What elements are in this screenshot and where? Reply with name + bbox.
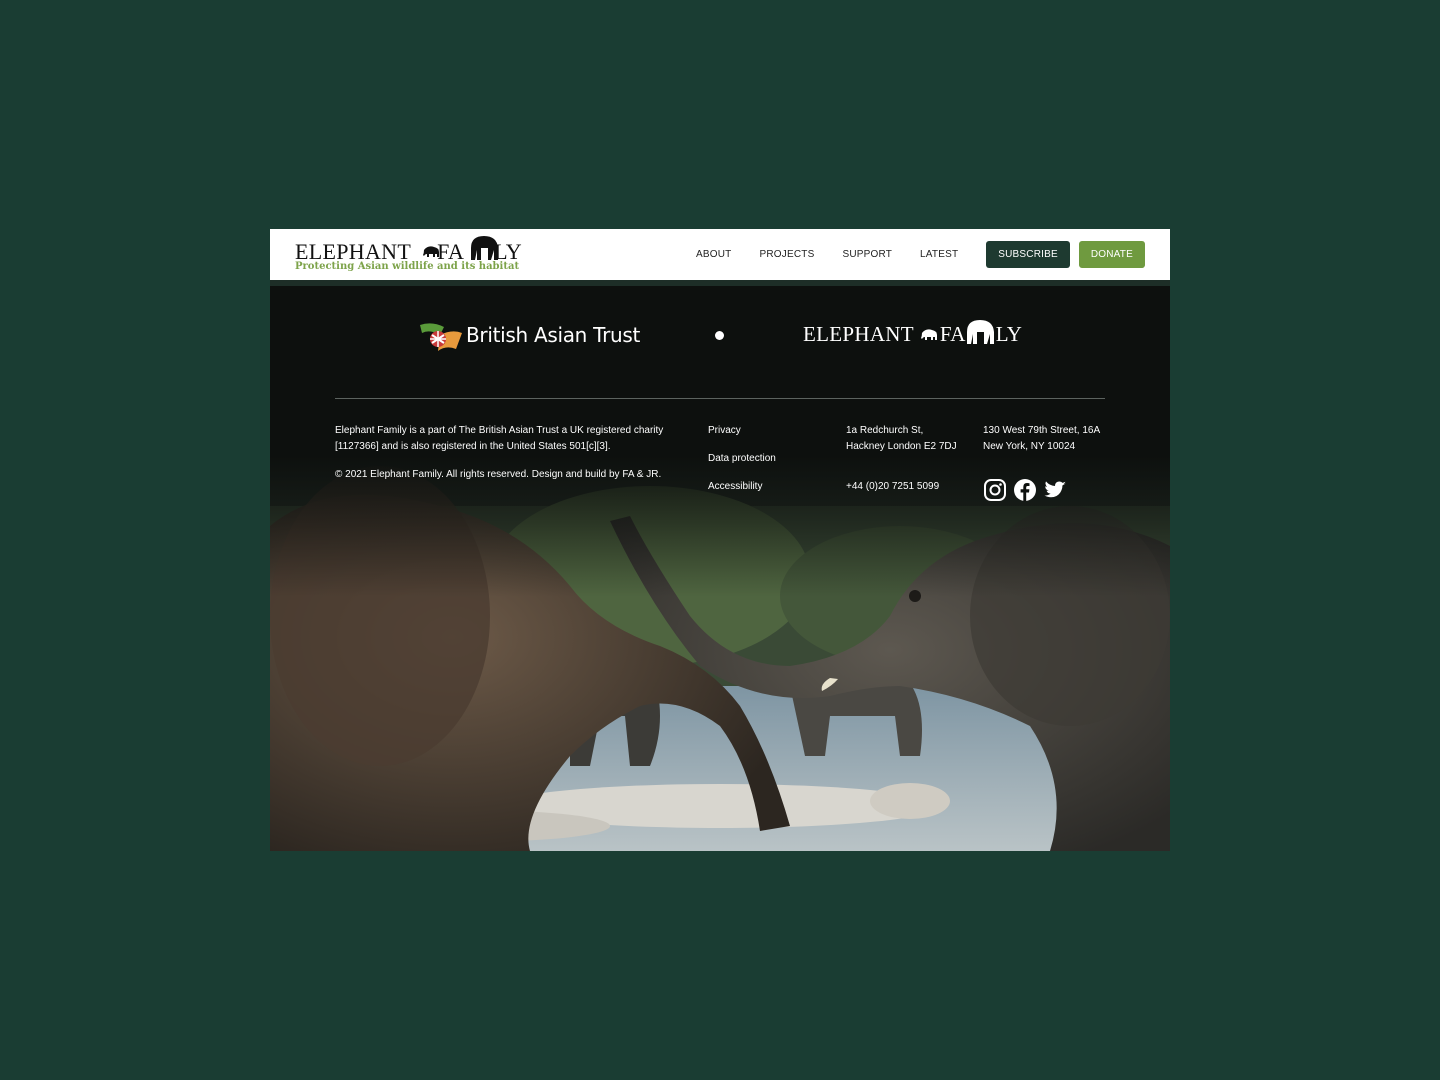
donate-button[interactable]: DONATE: [1078, 241, 1145, 268]
uk-address-line: 1a Redchurch St,: [846, 425, 924, 436]
logo-tagline: Protecting Asian wildlife and its habita…: [295, 261, 520, 272]
nav-projects[interactable]: PROJECTS: [760, 249, 815, 260]
uk-address: 1a Redchurch St, Hackney London E2 7DJ: [846, 423, 976, 455]
logo-separator-dot: [715, 331, 724, 340]
facebook-icon[interactable]: [1013, 478, 1037, 502]
us-address-line: New York, NY 10024: [983, 441, 1076, 452]
nav-support[interactable]: SUPPORT: [842, 249, 892, 260]
header-divider: [270, 280, 1170, 286]
copyright-text: © 2021 Elephant Family. All rights reser…: [335, 469, 662, 480]
uk-address-line: Hackney London E2 7DJ: [846, 441, 957, 452]
footer-divider: [335, 398, 1105, 399]
main-nav: ABOUT PROJECTS SUPPORT LATEST SUBSCRIBE …: [696, 241, 1145, 268]
british-asian-trust-logo[interactable]: British Asian Trust: [418, 321, 648, 353]
browser-viewport: ELEPHANT FA LY Protecting Asian wildlife a…: [270, 229, 1170, 851]
social-links: [983, 478, 1073, 502]
british-asian-trust-wordmark: British Asian Trust: [466, 323, 641, 347]
subscribe-button[interactable]: SUBSCRIBE: [986, 241, 1070, 268]
nav-latest[interactable]: LATEST: [920, 249, 958, 260]
british-asian-trust-flag-icon: [420, 323, 462, 351]
twitter-icon[interactable]: [1043, 478, 1067, 502]
us-address: 130 West 79th Street, 16A New York, NY 1…: [983, 423, 1113, 455]
elephants-photo: [270, 286, 1170, 851]
baby-elephant-icon: [921, 329, 937, 340]
elephant-family-footer-logo[interactable]: ELEPHANT FA LY: [803, 318, 1043, 350]
accessibility-link[interactable]: Accessibility: [708, 481, 762, 492]
privacy-link[interactable]: Privacy: [708, 425, 741, 436]
elephant-icon: [967, 320, 994, 344]
baby-elephant-icon: [423, 246, 439, 257]
charity-statement: Elephant Family is a part of The British…: [335, 425, 664, 452]
nav-about[interactable]: ABOUT: [696, 249, 731, 260]
site-header: ELEPHANT FA LY Protecting Asian wildlife a…: [270, 229, 1170, 280]
data-protection-link[interactable]: Data protection: [708, 453, 776, 464]
instagram-icon[interactable]: [983, 478, 1007, 502]
elephant-icon: [471, 236, 498, 260]
us-address-line: 130 West 79th Street, 16A: [983, 425, 1101, 436]
elephant-family-logo[interactable]: ELEPHANT FA LY Protecting Asian wildlife a…: [295, 233, 535, 277]
phone-number[interactable]: +44 (0)20 7251 5099: [846, 481, 939, 492]
